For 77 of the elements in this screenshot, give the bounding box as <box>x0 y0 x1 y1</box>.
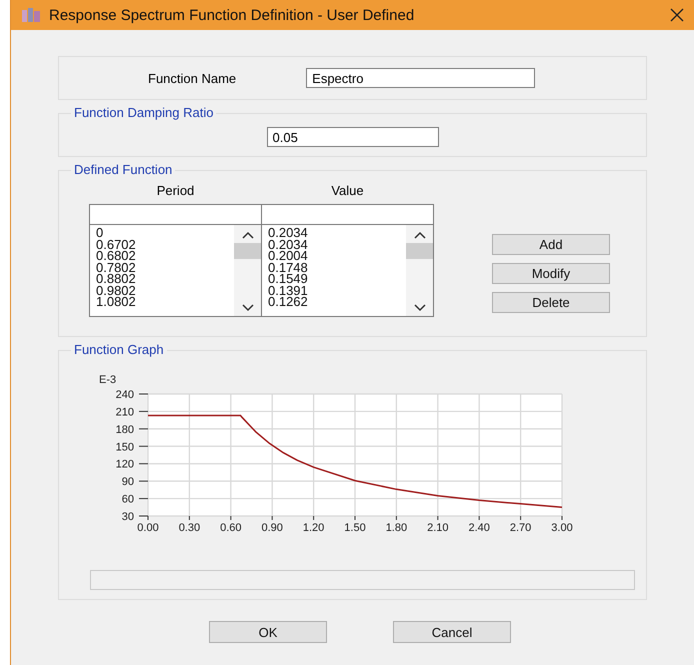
list-item[interactable]: 0.7802 <box>96 262 234 273</box>
list-item[interactable]: 0.6702 <box>96 238 234 250</box>
list-item[interactable]: 0.2034 <box>268 238 406 250</box>
tick-mark <box>478 516 480 520</box>
tick-mark <box>230 516 232 520</box>
axis-tick-label: 0.00 <box>137 522 159 534</box>
close-icon[interactable] <box>670 8 684 22</box>
function-name-field[interactable]: Espectro <box>306 68 536 88</box>
chevron-down-icon[interactable] <box>242 304 254 312</box>
axis-tick-label: 2.40 <box>468 522 490 534</box>
tick-mark <box>354 516 356 520</box>
list-item[interactable]: 0 <box>96 227 234 238</box>
chevron-up-icon[interactable] <box>242 231 254 239</box>
list-box[interactable]: 0 0.6702 0.6802 0.7802 0.8802 0.9802 1.0802 <box>90 225 261 316</box>
list-item[interactable]: 0.2034 <box>268 227 406 238</box>
tick-mark <box>313 516 314 520</box>
axis-tick-label: 2.10 <box>427 522 448 534</box>
axis-tick-label: 1.50 <box>344 522 366 534</box>
window-title: Response Spectrum Function Definition - User Defined <box>49 6 414 24</box>
list-item[interactable]: 0.1748 <box>268 262 406 273</box>
chevron-down-icon[interactable] <box>414 304 426 312</box>
entry-field[interactable] <box>262 205 433 225</box>
scrollbar[interactable] <box>234 225 261 316</box>
tick-mark <box>272 516 273 520</box>
tick-mark <box>188 516 190 520</box>
tick-mark <box>520 516 522 520</box>
column-header: Period <box>156 183 196 198</box>
column-header: Value <box>330 183 365 198</box>
dialog-button[interactable]: OK <box>209 621 327 643</box>
tick-mark <box>138 410 148 412</box>
axis-tick-label: 150 <box>116 441 134 454</box>
tick-mark <box>138 463 148 464</box>
axis-scale-label: E-3 <box>99 374 116 386</box>
list-item[interactable]: 0.6802 <box>96 250 234 262</box>
tick-mark <box>396 516 397 520</box>
axis-tick-label: 2.70 <box>510 522 532 534</box>
axis-tick-label: 30 <box>122 511 134 523</box>
entry-field[interactable] <box>90 205 261 225</box>
tick-mark <box>138 480 148 482</box>
action-button[interactable]: Add <box>492 234 610 255</box>
axis-tick-label: 3.00 <box>551 522 573 534</box>
axis-tick-label: 0.30 <box>178 522 200 534</box>
damping-ratio-field[interactable]: 0.05 <box>266 127 438 147</box>
chevron-up-icon[interactable] <box>414 231 426 239</box>
tick-mark <box>437 516 438 520</box>
axis-tick-label: 0.90 <box>262 522 283 534</box>
axis-tick-label: 90 <box>122 476 134 488</box>
list-item[interactable]: 0.8802 <box>96 273 234 284</box>
tick-mark <box>138 428 148 430</box>
scroll-thumb[interactable] <box>406 243 433 259</box>
list-item[interactable]: 0.1391 <box>268 284 406 296</box>
field-label: Function Name <box>148 70 236 86</box>
dialog-button[interactable]: Cancel <box>393 621 511 643</box>
group-title: Function Graph <box>71 342 167 357</box>
scroll-thumb[interactable] <box>234 243 261 259</box>
axis-tick-label: 120 <box>116 458 134 471</box>
axis-tick-label: 60 <box>122 494 134 506</box>
action-button[interactable]: Delete <box>492 292 610 313</box>
list-item[interactable]: 0.1549 <box>268 273 406 284</box>
axis-tick-label: 180 <box>116 424 134 436</box>
app-icon <box>21 7 41 23</box>
group-title: Function Damping Ratio <box>71 105 216 120</box>
scrollbar[interactable] <box>406 225 433 316</box>
list-item[interactable]: 0.9802 <box>96 284 234 296</box>
list-item[interactable]: 1.0802 <box>96 296 234 308</box>
axis-tick-label: 0.60 <box>220 522 242 534</box>
group-title: Defined Function <box>71 162 176 177</box>
tick-mark <box>138 446 148 447</box>
tick-mark <box>138 498 148 500</box>
axis-tick-label: 210 <box>116 406 134 418</box>
list-box[interactable]: 0.2034 0.2034 0.2004 0.1748 0.1549 0.1391 0.1262 <box>262 225 433 316</box>
list-item[interactable]: 0.1262 <box>268 296 406 308</box>
list-item[interactable]: 0.2004 <box>268 250 406 262</box>
action-button[interactable]: Modify <box>492 263 610 284</box>
axis-tick-label: 1.20 <box>302 522 324 534</box>
axis-tick-label: 1.80 <box>386 522 408 534</box>
axis-tick-label: 240 <box>116 389 134 401</box>
